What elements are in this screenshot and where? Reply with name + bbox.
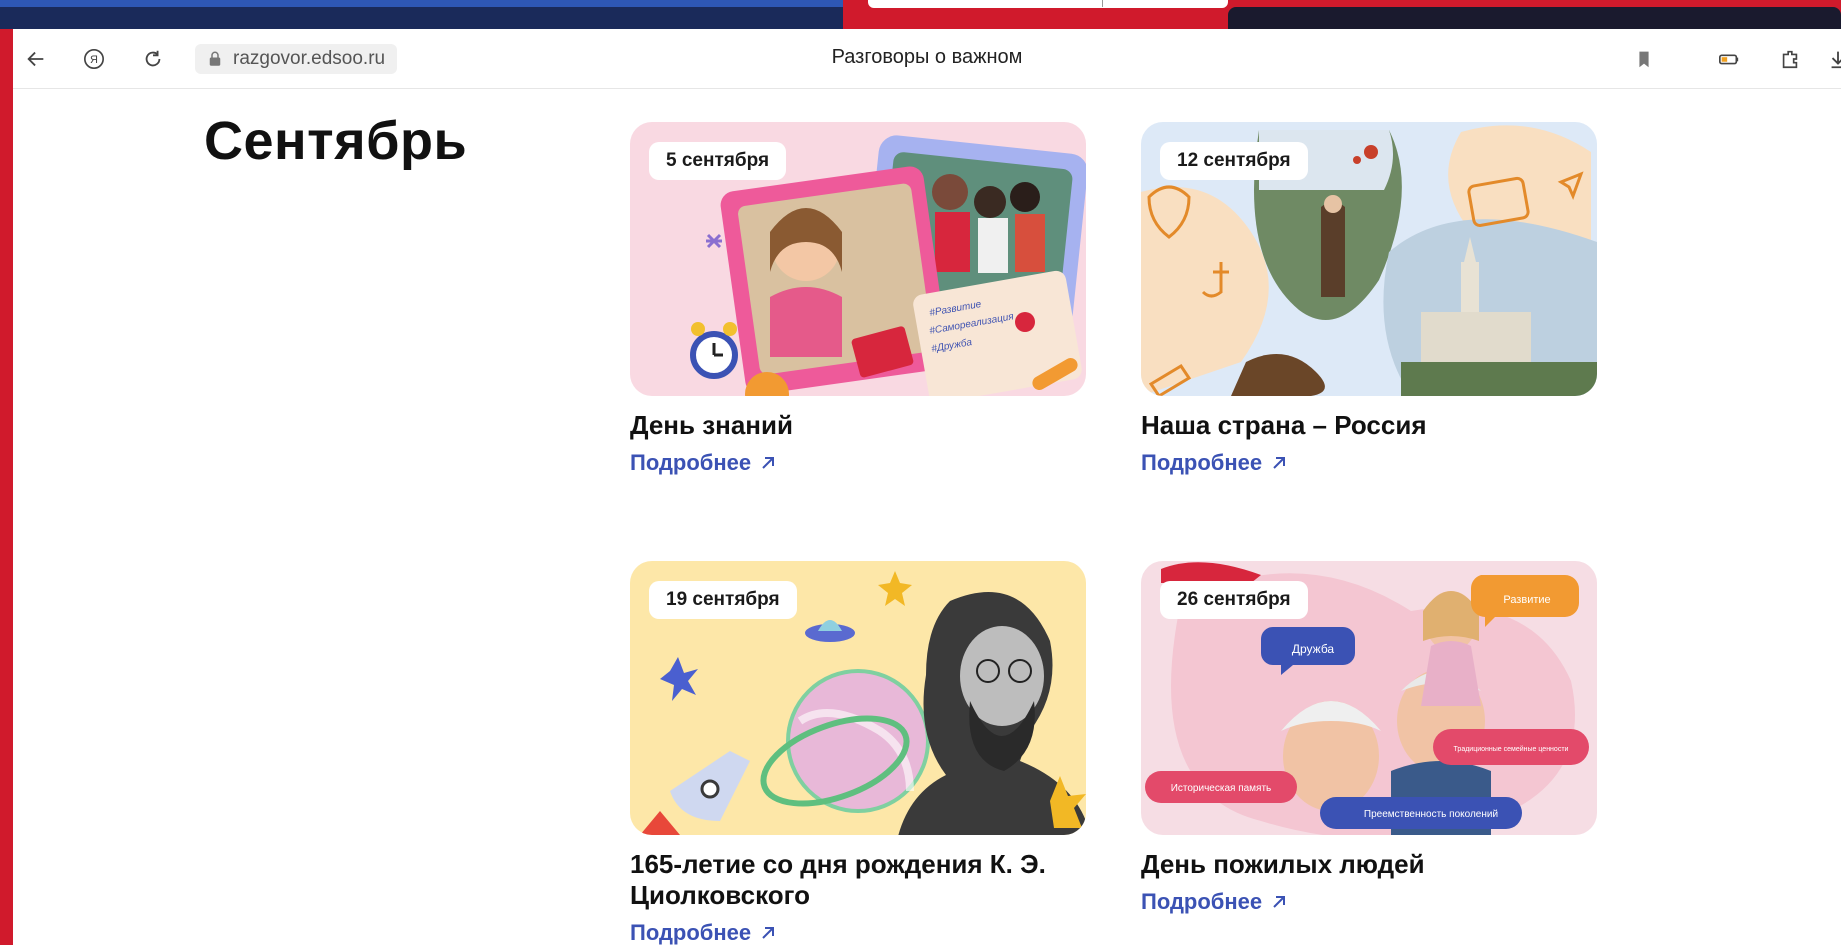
- more-link[interactable]: Подробнее: [1141, 889, 1597, 915]
- extensions-icon[interactable]: [1776, 45, 1804, 73]
- bubble-development: Развитие: [1503, 594, 1550, 606]
- tab-separator: [1102, 0, 1103, 7]
- back-arrow-icon[interactable]: [22, 45, 50, 73]
- lesson-card[interactable]: #Развитие #Самореализация #Дружба 5 сент…: [630, 122, 1086, 476]
- lesson-card[interactable]: Дружба Развитие Традиционные семейные це…: [1141, 561, 1597, 915]
- yandex-icon[interactable]: Я: [80, 45, 108, 73]
- more-link[interactable]: Подробнее: [1141, 450, 1597, 476]
- browser-page-title: Разговоры о важном: [831, 46, 1023, 68]
- reload-icon[interactable]: [139, 45, 167, 73]
- card-image-our-country[interactable]: 12 сентября: [1141, 122, 1597, 396]
- inactive-tab-area[interactable]: [0, 7, 843, 29]
- card-title[interactable]: Наша страна – Россия: [1141, 410, 1597, 441]
- date-badge: 19 сентября: [649, 581, 797, 619]
- bubble-historical-memory: Историческая память: [1171, 783, 1272, 794]
- battery-icon[interactable]: [1715, 45, 1743, 73]
- more-link[interactable]: Подробнее: [630, 920, 1086, 946]
- browser-toolbar: Разговоры о важном Я razgovor.edsoo.ru: [13, 29, 1841, 89]
- active-tab[interactable]: [868, 0, 1228, 8]
- url-text: razgovor.edsoo.ru: [233, 48, 386, 69]
- card-title[interactable]: 165-летие со дня рождения К. Э. Циолковс…: [630, 849, 1086, 911]
- card-image-knowledge-day[interactable]: #Развитие #Самореализация #Дружба 5 сент…: [630, 122, 1086, 396]
- more-link[interactable]: Подробнее: [630, 450, 1086, 476]
- lesson-card[interactable]: 19 сентября 165-летие со дня рождения К.…: [630, 561, 1086, 946]
- card-title[interactable]: День пожилых людей: [1141, 849, 1597, 880]
- bubble-generations: Преемственность поколений: [1364, 809, 1498, 820]
- bubble-family-values: Традиционные семейные ценности: [1454, 745, 1569, 753]
- date-badge: 5 сентября: [649, 142, 787, 180]
- bookmark-icon[interactable]: [1630, 45, 1658, 73]
- address-bar[interactable]: razgovor.edsoo.ru: [195, 44, 398, 74]
- lesson-card[interactable]: 12 сентября Наша страна – Россия Подробн…: [1141, 122, 1597, 476]
- more-link-label: Подробнее: [1141, 889, 1263, 914]
- card-title[interactable]: День знаний: [630, 410, 1086, 441]
- tab-strip-accent: [0, 0, 843, 7]
- arrow-up-right-icon: [762, 927, 775, 939]
- window-frame-left: [0, 29, 13, 945]
- window-frame-top: [0, 0, 1841, 29]
- lock-icon: [209, 51, 221, 66]
- date-badge: 12 сентября: [1160, 142, 1308, 180]
- svg-text:Я: Я: [90, 54, 98, 66]
- more-link-label: Подробнее: [630, 920, 752, 945]
- download-icon[interactable]: [1824, 45, 1841, 73]
- card-image-tsiolkovsky[interactable]: 19 сентября: [630, 561, 1086, 835]
- more-link-label: Подробнее: [630, 450, 752, 475]
- card-image-elderly-day[interactable]: Дружба Развитие Традиционные семейные це…: [1141, 561, 1597, 835]
- tab-strip-right[interactable]: [1228, 7, 1841, 29]
- more-link-label: Подробнее: [1141, 450, 1263, 475]
- arrow-up-right-icon: [762, 457, 775, 469]
- arrow-up-right-icon: [1273, 896, 1286, 908]
- date-badge: 26 сентября: [1160, 581, 1308, 619]
- arrow-up-right-icon: [1273, 457, 1286, 469]
- bubble-friendship: Дружба: [1292, 642, 1335, 656]
- month-heading: Сентябрь: [204, 111, 468, 171]
